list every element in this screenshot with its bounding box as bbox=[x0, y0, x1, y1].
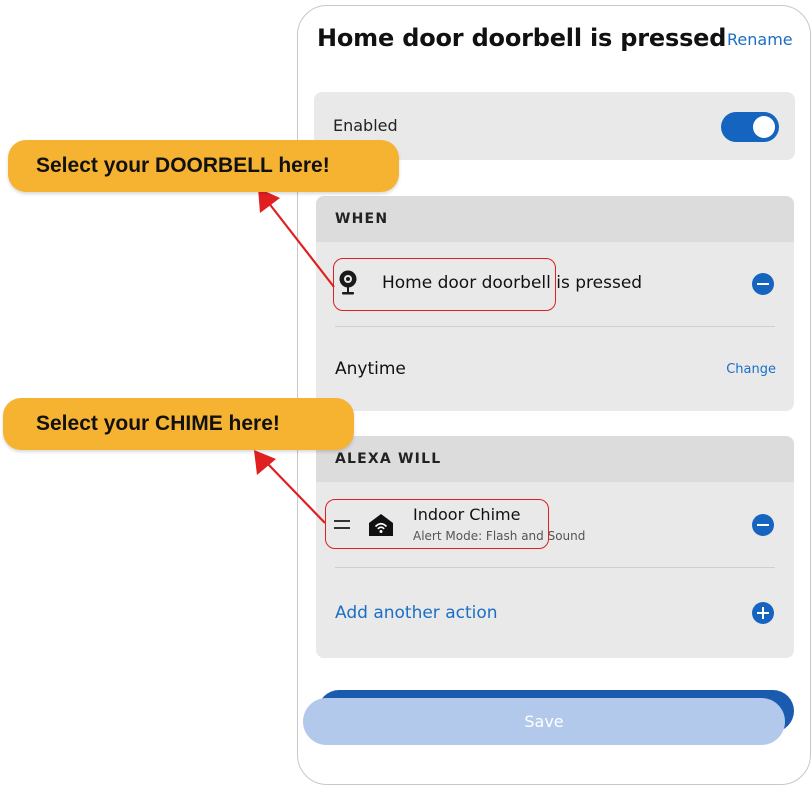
add-action-row[interactable]: Add another action bbox=[316, 568, 794, 658]
remove-action-minus-circle-icon[interactable] bbox=[752, 514, 774, 536]
save-button[interactable]: Save bbox=[303, 698, 785, 745]
doorbell-callout-text: Select your DOORBELL here! bbox=[36, 154, 330, 177]
add-action-link[interactable]: Add another action bbox=[335, 603, 498, 623]
rename-link[interactable]: Rename bbox=[727, 30, 793, 49]
remove-trigger-minus-circle-icon[interactable] bbox=[752, 273, 774, 295]
schedule-label: Anytime bbox=[335, 359, 406, 379]
doorbell-highlight-box bbox=[333, 258, 556, 311]
chime-highlight-box bbox=[325, 499, 549, 549]
page-title: Home door doorbell is pressed bbox=[317, 24, 727, 52]
add-action-plus-circle-icon[interactable] bbox=[752, 602, 774, 624]
schedule-row: Anytime Change bbox=[316, 327, 794, 411]
doorbell-callout: Select your DOORBELL here! bbox=[8, 140, 399, 192]
chime-callout: Select your CHIME here! bbox=[3, 398, 354, 450]
trigger-suffix: is pressed bbox=[556, 273, 643, 293]
when-heading: WHEN bbox=[316, 196, 794, 242]
alexa-will-heading: ALEXA WILL bbox=[316, 436, 794, 482]
chime-callout-text: Select your CHIME here! bbox=[36, 412, 280, 435]
enabled-toggle[interactable] bbox=[721, 112, 779, 142]
change-link[interactable]: Change bbox=[726, 362, 776, 377]
enabled-label: Enabled bbox=[333, 116, 398, 135]
